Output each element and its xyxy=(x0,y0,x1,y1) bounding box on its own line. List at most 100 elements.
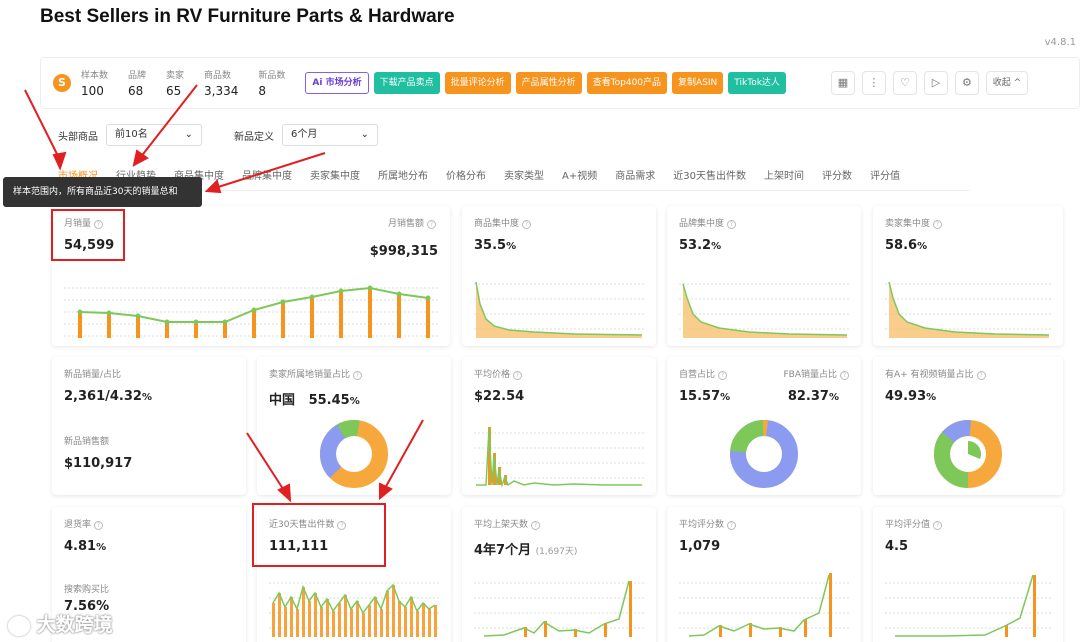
sold-bar xyxy=(404,607,407,637)
tiktok-influencer-button[interactable]: TikTok达人 xyxy=(728,72,786,94)
help-icon[interactable]: ? xyxy=(94,521,104,530)
grid-icon[interactable]: ▦ xyxy=(830,71,855,95)
seller-location-label: 卖家所属地销量占比 xyxy=(269,370,351,380)
avg-price-value: $22.54 xyxy=(474,389,525,404)
tab-seller-type[interactable]: 卖家类型 xyxy=(504,167,544,182)
filter-label: 头部商品 xyxy=(58,131,98,143)
tooltip: 样本范围内，所有商品近30天的销量总和 xyxy=(3,177,202,207)
monthly-revenue-label: 月销售额 xyxy=(387,219,424,229)
seller-concentration-card: 卖家集中度? 58.6% xyxy=(873,206,1063,346)
tab-location[interactable]: 所属地分布 xyxy=(378,167,428,182)
help-icon[interactable]: ? xyxy=(513,371,523,380)
more-icon[interactable]: ⋮ xyxy=(861,71,886,95)
help-icon[interactable]: ? xyxy=(718,371,728,380)
tab-sold-30d[interactable]: 近30天售出件数 xyxy=(673,167,746,182)
average-price-card: 平均价格? $22.54 xyxy=(462,357,656,495)
tab-rating-count[interactable]: 评分数 xyxy=(822,167,852,182)
head-products-filter: 头部商品 前10名 ⌄ xyxy=(58,124,202,146)
stat-sellers: 卖家 65 xyxy=(166,68,184,98)
help-icon[interactable]: ? xyxy=(353,371,363,380)
stat-samples: 样本数 100 xyxy=(81,68,108,98)
product-concentration-chart xyxy=(474,281,644,338)
stat-label: 样本数 xyxy=(81,71,109,81)
search-purchase-label: 搜索购买比 xyxy=(64,585,110,595)
sold-bar xyxy=(290,597,293,637)
unit-label: % xyxy=(926,392,937,403)
sold-bar xyxy=(368,605,371,637)
self-operated-label: 自营占比 xyxy=(679,370,716,380)
listing-time-chart xyxy=(474,580,644,637)
tab-aplus-video[interactable]: A+视频 xyxy=(562,167,597,182)
help-icon[interactable]: ? xyxy=(427,220,436,229)
stat-value: 65 xyxy=(166,84,182,98)
download-selling-points-button[interactable]: 下载产品卖点 xyxy=(373,72,440,94)
version-label: v4.8.1 xyxy=(1044,37,1076,48)
brand-concentration-value: 53.2 xyxy=(679,238,712,253)
sold-bar xyxy=(434,605,437,637)
help-icon[interactable]: ? xyxy=(727,220,737,229)
ai-market-analysis-button[interactable]: Ai 市场分析 xyxy=(305,72,369,94)
unit-label: % xyxy=(349,396,360,407)
sold-bar xyxy=(350,609,353,637)
return-rate-label: 退货率 xyxy=(64,520,92,530)
collapse-button[interactable]: 收起 ^ xyxy=(985,71,1028,95)
tab-rating-value[interactable]: 评分值 xyxy=(870,167,900,182)
monthly-revenue-value: $998,315 xyxy=(369,244,438,259)
stat-label: 品牌 xyxy=(128,71,147,81)
sold-bar xyxy=(314,593,317,637)
settings-icon[interactable]: ⚙ xyxy=(954,71,979,95)
tab-seller-concentration[interactable]: 卖家集中度 xyxy=(310,167,360,182)
help-icon[interactable]: ? xyxy=(976,371,986,380)
highlight-box-sold-30-days xyxy=(252,503,386,567)
stat-value: 68 xyxy=(128,84,144,98)
fba-donut xyxy=(730,419,798,488)
tab-demand[interactable]: 商品需求 xyxy=(615,167,655,182)
copy-asin-button[interactable]: 复制ASIN xyxy=(672,72,724,94)
stat-label: 商品数 xyxy=(204,71,232,81)
avg-rating-count-label: 平均评分数 xyxy=(679,520,725,530)
view-top400-button[interactable]: 查看Top400产品 xyxy=(586,72,668,94)
highlight-box-monthly-sales xyxy=(51,209,125,261)
tab-listing-time[interactable]: 上架时间 xyxy=(764,167,804,182)
filter-label: 新品定义 xyxy=(234,131,274,143)
avg-rating-count-value: 1,079 xyxy=(679,539,721,554)
sold-bar xyxy=(428,609,431,637)
help-icon[interactable]: ? xyxy=(522,220,532,229)
tab-brand-concentration[interactable]: 品牌集中度 xyxy=(242,167,292,182)
tab-price[interactable]: 价格分布 xyxy=(446,167,486,182)
chevron-down-icon: ⌄ xyxy=(184,129,193,140)
sold-bar xyxy=(302,587,305,637)
chevron-down-icon: ⌄ xyxy=(360,129,369,140)
stat-new-products: 新品数 8 xyxy=(258,68,285,98)
rating-count-chart xyxy=(679,573,849,637)
heart-icon[interactable]: ♡ xyxy=(892,71,917,95)
seller-location-card: 卖家所属地销量占比? 中国 55.45% xyxy=(257,357,451,495)
sold-bar xyxy=(272,603,275,637)
stat-label: 卖家 xyxy=(166,71,185,81)
avg-listing-days-sub: (1,697天) xyxy=(535,547,578,557)
aplus-donut xyxy=(934,420,1002,488)
help-icon[interactable]: ? xyxy=(933,521,943,530)
sold-bar xyxy=(416,611,419,637)
aplus-video-card: 有A+ 有视频销量占比? 49.93% xyxy=(873,357,1063,495)
help-icon[interactable]: ? xyxy=(727,521,737,530)
sold-bar xyxy=(410,597,413,637)
sold-bar xyxy=(380,609,383,637)
sold-bar xyxy=(422,603,425,637)
seller-concentration-label: 卖家集中度 xyxy=(885,219,931,229)
avg-rating-count-card: 平均评分数? 1,079 xyxy=(667,507,861,642)
head-products-select[interactable]: 前10名 ⌄ xyxy=(106,124,202,146)
sold-bar xyxy=(398,601,401,637)
sold-bar xyxy=(278,593,281,637)
batch-review-analysis-button[interactable]: 批量评论分析 xyxy=(444,72,511,94)
seller-concentration-chart xyxy=(885,281,1051,338)
help-icon[interactable]: ? xyxy=(840,371,849,380)
play-icon[interactable]: ▷ xyxy=(923,71,948,95)
sold-bar xyxy=(344,595,347,637)
new-product-select[interactable]: 6个月 ⌄ xyxy=(282,124,378,146)
attribute-analysis-button[interactable]: 产品属性分析 xyxy=(515,72,582,94)
help-icon[interactable]: ? xyxy=(933,220,943,229)
help-icon[interactable]: ? xyxy=(531,521,541,530)
product-concentration-label: 商品集中度 xyxy=(474,219,520,229)
sold-bar xyxy=(296,609,299,637)
